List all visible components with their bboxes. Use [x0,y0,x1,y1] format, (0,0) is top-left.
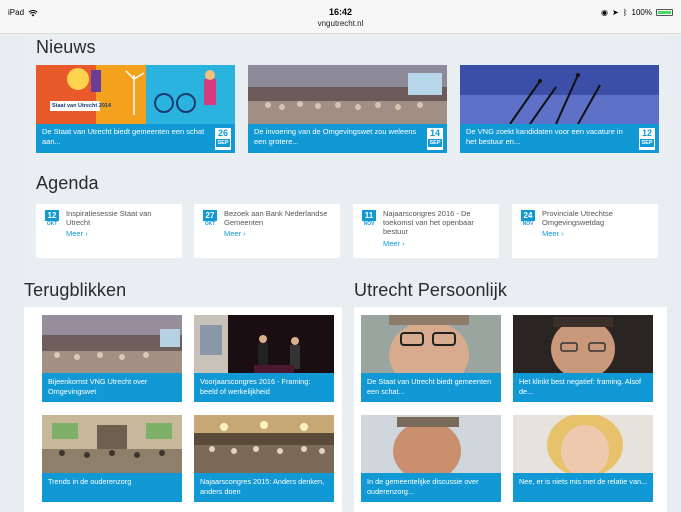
news-card[interactable]: De invoering van de Omgevingswet zou wel… [248,65,447,153]
date-badge: 14 SEP [427,128,443,150]
news-image [460,65,659,124]
more-link[interactable]: Meer › [383,239,405,248]
more-link[interactable]: Meer › [542,229,564,238]
terugblik-tile[interactable]: Najaarscongres 2015: Anders denken, ande… [194,415,334,502]
address-area[interactable]: 16:42 vngutrecht.nl [0,7,681,28]
agenda-heading: Agenda [36,173,99,193]
tile-caption: Nee, er is niets mis met de relatie van.… [513,473,653,502]
tile-image [361,315,501,373]
tile-caption: In de gemeentelijke discussie over ouder… [361,473,501,502]
agenda-text: Provinciale Utrechtse Omgevingswetdag [542,209,613,227]
terugblikken-panel: Bijeenkomst VNG Utrecht over Omgevingswe… [24,307,342,512]
tile-image [513,315,653,373]
news-card[interactable]: Staat van Utrecht 2014 De Staat van Utre… [36,65,235,153]
agenda-item[interactable]: 24 NOV Provinciale Utrechtse Omgevingswet… [512,204,658,258]
tile-caption: Voorjaarscongres 2016 - Framing: beeld o… [194,373,334,402]
content: Nieuws Staat van Utrecht 2014 De Staat v… [24,34,667,512]
location-icon: ➤ [612,8,619,17]
tile-image [42,315,182,373]
calendar-badge: 27 OKT [203,210,217,227]
calendar-badge: 12 OKT [45,210,59,227]
terugblik-tile[interactable]: Bijeenkomst VNG Utrecht over Omgevingswe… [42,315,182,402]
calendar-badge: 24 NOV [521,210,535,227]
news-caption: De Staat van Utrecht biedt gemeenten een… [36,124,235,153]
tile-caption: Het klinkt best negatief: framing. Alsof… [513,373,653,402]
news-caption: De VNG zoekt kandidaten voor een vacatur… [460,124,659,153]
date-badge: 26 SEP [215,128,231,150]
battery-icon [656,9,673,16]
url-field[interactable]: vngutrecht.nl [0,19,681,28]
agenda-item[interactable]: 27 OKT Bezoek aan Bank Nederlandse Gemeen… [194,204,340,258]
date-badge: 12 SEP [639,128,655,150]
news-caption: De invoering van de Omgevingswet zou wel… [248,124,447,153]
news-heading: Nieuws [36,37,96,57]
persoonlijk-tile[interactable]: In de gemeentelijke discussie over ouder… [361,415,501,502]
news-image [36,65,235,124]
terugblikken-heading: Terugblikken [24,280,127,300]
persoonlijk-tile[interactable]: Het klinkt best negatief: framing. Alsof… [513,315,653,402]
tile-caption: Trends in de ouderenzorg [42,473,182,502]
tile-caption: Bijeenkomst VNG Utrecht over Omgevingswe… [42,373,182,402]
status-right: ◉ ➤ ᛒ 100% [601,8,673,17]
bluetooth-icon: ᛒ [622,8,628,17]
agenda-text: Bezoek aan Bank Nederlandse Gemeenten [224,209,328,227]
tile-image [361,415,501,473]
tile-caption: De Staat van Utrecht biedt gemeenten een… [361,373,501,402]
tile-image [42,415,182,473]
clock: 16:42 [328,7,353,17]
news-card[interactable]: De VNG zoekt kandidaten voor een vacatur… [460,65,659,153]
terugblik-tile[interactable]: Trends in de ouderenzorg [42,415,182,502]
persoonlijk-heading: Utrecht Persoonlijk [354,280,507,300]
tile-image [513,415,653,473]
news-image [248,65,447,124]
calendar-badge: 11 NOV [362,210,376,227]
battery-percent: 100% [631,8,652,17]
persoonlijk-tile[interactable]: De Staat van Utrecht biedt gemeenten een… [361,315,501,402]
status-bar: iPad 16:42 vngutrecht.nl ◉ ➤ ᛒ 100% [0,0,681,34]
tile-caption: Najaarscongres 2015: Anders denken, ande… [194,473,334,502]
orientation-lock-icon: ◉ [601,8,609,17]
news-image-label: Staat van Utrecht 2014 [52,103,111,109]
terugblik-tile[interactable]: Voorjaarscongres 2016 - Framing: beeld o… [194,315,334,402]
page: Nieuws Staat van Utrecht 2014 De Staat v… [0,34,681,512]
tile-image [194,415,334,473]
tile-image [194,315,334,373]
persoonlijk-panel: De Staat van Utrecht biedt gemeenten een… [354,307,667,512]
more-link[interactable]: Meer › [224,229,246,238]
persoonlijk-tile[interactable]: Nee, er is niets mis met de relatie van.… [513,415,653,502]
agenda-text: Najaarscongres 2016 - De toekomst van he… [383,209,474,236]
more-link[interactable]: Meer › [66,229,88,238]
agenda-text: Inspiratiesessie Staat van Utrecht [66,209,152,227]
agenda-item[interactable]: 12 OKT Inspiratiesessie Staat van Utrecht… [36,204,182,258]
agenda-item[interactable]: 11 NOV Najaarscongres 2016 - De toekomst … [353,204,499,258]
